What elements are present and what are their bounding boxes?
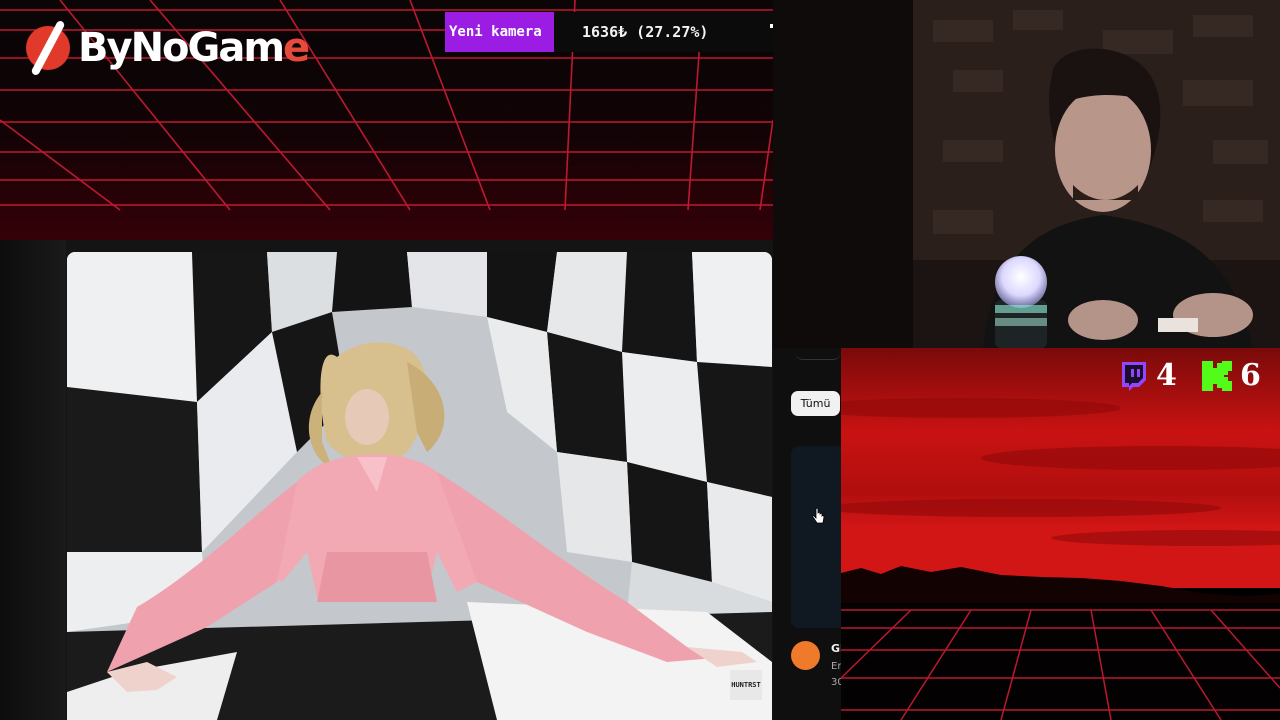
hand-cursor-icon <box>812 507 826 530</box>
sidebar-item-subtitle: En <box>831 661 841 672</box>
browser-left-gutter <box>0 240 66 720</box>
twitch-icon <box>1122 361 1146 391</box>
stream-overlay: ByNoGame Yeni kamera 1636₺ (27.27%) HUNT… <box>0 0 1280 720</box>
kick-icon <box>1202 360 1232 391</box>
webcam-feed <box>773 0 1280 348</box>
video-player[interactable]: HUNTRST <box>67 252 772 720</box>
video-watermark: HUNTRST <box>730 670 762 700</box>
webcam-image <box>773 0 1280 348</box>
donation-goal-amount: 1636₺ (27.27%) <box>582 23 709 41</box>
red-sky-panel <box>841 348 1280 720</box>
sidebar-item-title[interactable]: Gl <box>831 642 841 655</box>
video-frame <box>67 252 772 720</box>
sidebar-video-card[interactable] <box>791 446 841 628</box>
donation-goal-label: Yeni kamera <box>445 12 554 52</box>
sidebar-divider <box>795 348 841 360</box>
logo-text: ByNoGame <box>78 25 310 71</box>
twitch-counter: 4 <box>1118 358 1177 393</box>
twitch-count: 4 <box>1156 358 1177 393</box>
filter-chip-all[interactable]: Tümü <box>791 391 840 416</box>
bynogame-logo: ByNoGame <box>26 18 310 78</box>
kick-counter: 6 <box>1200 358 1261 393</box>
sidebar-item-meta: 30 <box>831 677 841 688</box>
channel-avatar[interactable] <box>791 641 820 670</box>
donation-goal-bar: Yeni kamera 1636₺ (27.27%) <box>445 12 773 52</box>
bynogame-logo-icon <box>26 26 70 70</box>
kick-count: 6 <box>1240 358 1261 393</box>
